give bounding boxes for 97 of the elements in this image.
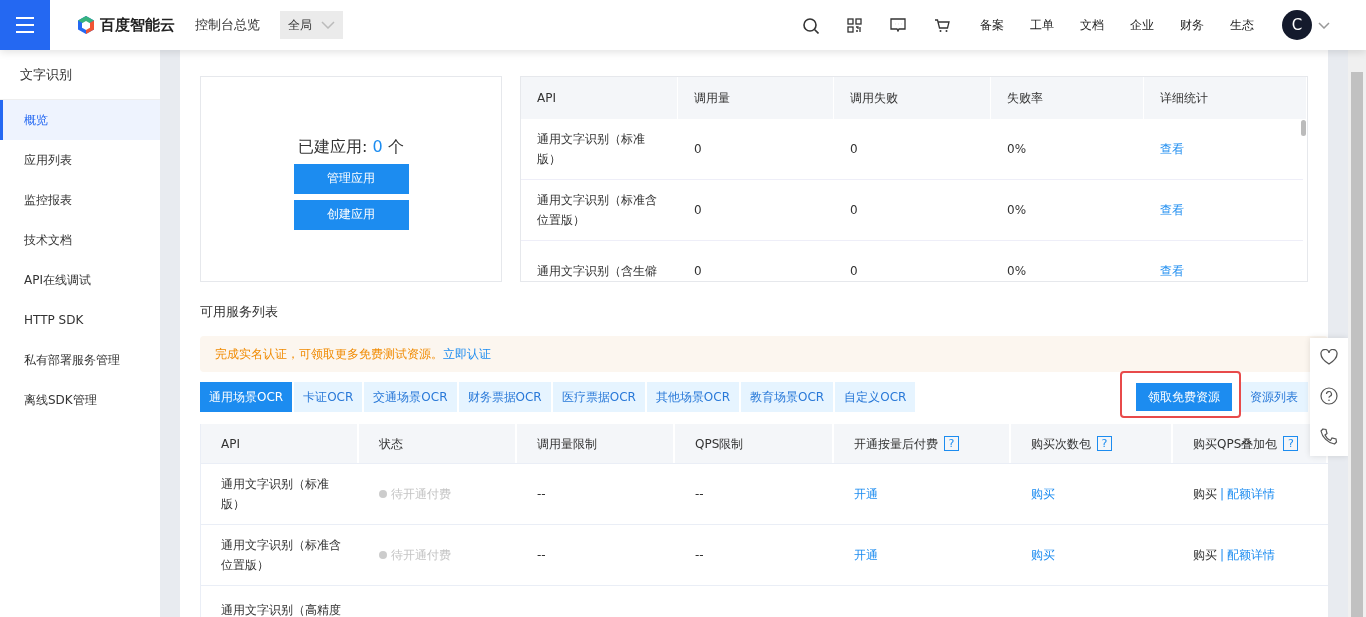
buy-link[interactable]: 购买 bbox=[1031, 545, 1055, 565]
create-app-button[interactable]: 创建应用 bbox=[293, 199, 409, 230]
column-header: 调用失败 bbox=[834, 77, 991, 119]
separator: | bbox=[1220, 486, 1225, 503]
section-title: 可用服务列表 bbox=[200, 303, 279, 321]
scrollbar-thumb[interactable] bbox=[1301, 120, 1306, 136]
category-tab[interactable]: 交通场景OCR bbox=[364, 382, 457, 412]
cart-icon[interactable] bbox=[934, 17, 950, 33]
table-cell-text: 通用文字识别（标准版） bbox=[220, 476, 330, 513]
table-cell-text: 通用文字识别（含生僻 bbox=[536, 263, 658, 280]
table-cell-text: 0 bbox=[849, 141, 859, 158]
category-tab[interactable]: 卡证OCR bbox=[294, 382, 363, 412]
nav-link[interactable]: 文档 bbox=[1080, 16, 1104, 34]
separator: | bbox=[1220, 547, 1225, 564]
table-cell-text: 0% bbox=[1006, 263, 1028, 280]
column-header: 失败率 bbox=[991, 77, 1144, 119]
table-cell-text: -- bbox=[694, 486, 705, 503]
phone-icon[interactable] bbox=[1320, 427, 1338, 445]
status-dot bbox=[379, 551, 387, 559]
claim-free-resources-button[interactable]: 领取免费资源 bbox=[1136, 383, 1232, 411]
resource-list-tab[interactable]: 资源列表 bbox=[1240, 382, 1308, 412]
category-tab[interactable]: 医疗票据OCR bbox=[552, 382, 645, 412]
column-header: 详细统计 bbox=[1144, 77, 1307, 119]
nav-link[interactable]: 生态 bbox=[1230, 16, 1254, 34]
column-header: 调用量限制 bbox=[537, 435, 597, 453]
column-header: 购买次数包 bbox=[1031, 435, 1091, 453]
category-tab[interactable]: 教育场景OCR bbox=[741, 382, 834, 412]
table-cell-text: -- bbox=[536, 547, 547, 564]
sidebar-item[interactable]: HTTP SDK bbox=[0, 300, 160, 340]
column-header: QPS限制 bbox=[695, 435, 744, 453]
view-link[interactable]: 查看 bbox=[1160, 261, 1184, 281]
chevron-down-icon bbox=[321, 21, 335, 29]
scrollbar-thumb[interactable] bbox=[1351, 72, 1363, 617]
help-icon[interactable]: ? bbox=[944, 436, 959, 451]
sidebar-item[interactable]: 概览 bbox=[0, 100, 160, 140]
message-icon[interactable] bbox=[890, 18, 906, 32]
cube-logo-icon bbox=[76, 15, 96, 35]
table-cell-text: 0% bbox=[1006, 202, 1028, 219]
sidebar-item[interactable]: 私有部署服务管理 bbox=[0, 340, 160, 380]
table-cell-text: 通用文字识别（高精度 bbox=[220, 602, 342, 617]
search-icon[interactable] bbox=[801, 16, 819, 34]
status-dot bbox=[379, 490, 387, 498]
brand-name[interactable]: 百度智能云 bbox=[100, 15, 175, 35]
help-icon[interactable] bbox=[1320, 387, 1338, 406]
category-tab[interactable]: 其他场景OCR bbox=[646, 382, 740, 412]
column-header: 状态 bbox=[379, 435, 403, 453]
region-dropdown[interactable]: 全局 bbox=[280, 11, 343, 39]
table-cell-text: 0 bbox=[849, 263, 859, 280]
sidebar-item[interactable]: 监控报表 bbox=[0, 180, 160, 220]
buy-text: 购买 bbox=[1193, 547, 1217, 564]
table-cell-text: 0 bbox=[693, 202, 703, 219]
table-cell-text: 通用文字识别（标准含位置版） bbox=[220, 537, 342, 574]
app-count-text: 已建应用: 0 个 bbox=[298, 136, 404, 158]
menu-icon bbox=[14, 15, 36, 35]
nav-link[interactable]: 备案 bbox=[980, 16, 1004, 34]
table-cell-text: 0% bbox=[1006, 141, 1028, 158]
category-tab[interactable]: 财务票据OCR bbox=[458, 382, 551, 412]
help-icon[interactable]: ? bbox=[1097, 436, 1112, 451]
table-cell-text: 0 bbox=[693, 141, 703, 158]
nav-link[interactable]: 工单 bbox=[1030, 16, 1054, 34]
column-header: 购买QPS叠加包 bbox=[1193, 435, 1278, 453]
table-cell-text: -- bbox=[536, 486, 547, 503]
manage-apps-button[interactable]: 管理应用 bbox=[293, 163, 409, 194]
table-cell-text: 0 bbox=[693, 263, 703, 280]
quota-details-link[interactable]: 配额详情 bbox=[1227, 545, 1276, 565]
nav-link[interactable]: 企业 bbox=[1130, 16, 1154, 34]
sidebar-item[interactable]: 技术文档 bbox=[0, 220, 160, 260]
enable-link[interactable]: 开通 bbox=[854, 545, 878, 565]
column-header: 调用量 bbox=[678, 77, 834, 119]
view-link[interactable]: 查看 bbox=[1160, 200, 1184, 220]
table-cell-text: 0 bbox=[849, 202, 859, 219]
table-cell-text: 通用文字识别（标准版） bbox=[536, 131, 646, 168]
column-header: 开通按量后付费 bbox=[854, 435, 938, 453]
table-cell-text: -- bbox=[694, 547, 705, 564]
table-cell-text: 通用文字识别（标准含位置版） bbox=[536, 192, 658, 229]
nav-link[interactable]: 财务 bbox=[1180, 16, 1204, 34]
column-header: API bbox=[221, 435, 240, 453]
grid-icon[interactable] bbox=[846, 17, 862, 33]
sidebar-item[interactable]: API在线调试 bbox=[0, 260, 160, 300]
sidebar-item[interactable]: 离线SDK管理 bbox=[0, 380, 160, 420]
enable-link[interactable]: 开通 bbox=[854, 484, 878, 504]
heart-icon[interactable] bbox=[1320, 349, 1338, 366]
category-tab[interactable]: 通用场景OCR bbox=[200, 382, 293, 412]
view-link[interactable]: 查看 bbox=[1160, 139, 1184, 159]
buy-text: 购买 bbox=[1193, 486, 1217, 503]
console-overview-link[interactable]: 控制台总览 bbox=[195, 16, 260, 34]
menu-button[interactable] bbox=[0, 0, 50, 50]
notice-text: 完成实名认证，可领取更多免费测试资源。 bbox=[215, 345, 443, 363]
column-header: API bbox=[521, 77, 678, 119]
sidebar-item[interactable]: 应用列表 bbox=[0, 140, 160, 180]
quota-details-link[interactable]: 配额详情 bbox=[1227, 484, 1276, 504]
help-icon[interactable]: ? bbox=[1283, 436, 1299, 451]
buy-link[interactable]: 购买 bbox=[1031, 484, 1055, 504]
avatar[interactable]: C bbox=[1282, 10, 1312, 40]
verify-link[interactable]: 立即认证 bbox=[443, 345, 491, 363]
category-tab[interactable]: 自定义OCR bbox=[835, 382, 916, 412]
chevron-down-icon[interactable] bbox=[1318, 21, 1330, 29]
